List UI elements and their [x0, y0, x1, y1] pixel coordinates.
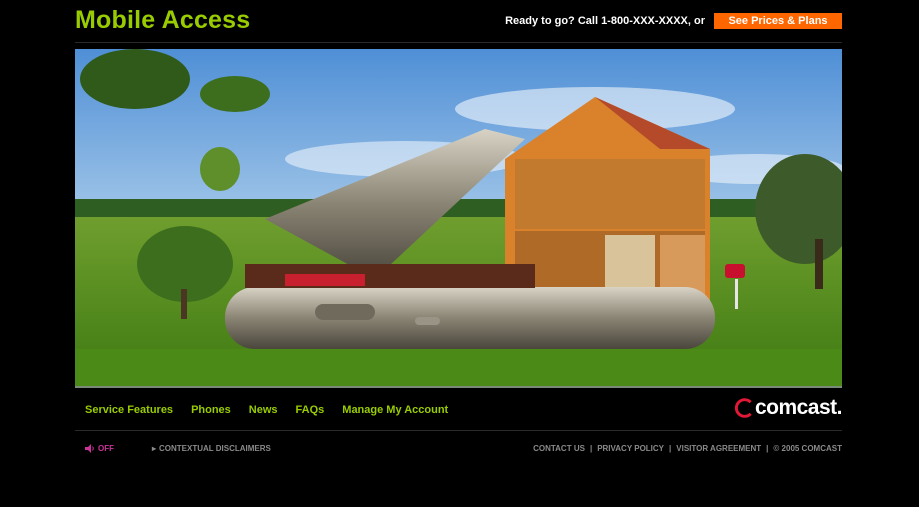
copyright: © 2005 COMCAST [773, 444, 842, 453]
nav-service-features[interactable]: Service Features [85, 404, 173, 416]
brand-mark: . [836, 396, 843, 419]
disclaimers-label: CONTEXTUAL DISCLAIMERS [159, 444, 271, 453]
footer-links: CONTACT US | PRIVACY POLICY | VISITOR AG… [533, 444, 842, 453]
page: Mobile Access Ready to go? Call 1-800-XX… [75, 0, 843, 453]
caret-right-icon: ▸ [152, 444, 157, 453]
phone-house-illustration [75, 49, 842, 386]
sound-label: OFF [98, 444, 114, 453]
sound-toggle[interactable]: OFF [85, 444, 114, 453]
footer-left: OFF ▸ CONTEXTUAL DISCLAIMERS [85, 444, 271, 453]
separator: | [589, 444, 593, 453]
privacy-policy-link[interactable]: PRIVACY POLICY [597, 444, 664, 453]
contact-us-link[interactable]: CONTACT US [533, 444, 585, 453]
nav-news[interactable]: News [249, 404, 278, 416]
speaker-icon [85, 444, 94, 453]
comcast-logo[interactable]: comcast . [734, 396, 843, 420]
separator: | [766, 444, 769, 453]
main-nav: Service Features Phones News FAQs Manage… [85, 404, 448, 416]
separator: | [669, 444, 672, 453]
nav-phones[interactable]: Phones [191, 404, 231, 416]
see-prices-button[interactable]: See Prices & Plans [714, 13, 842, 29]
nav-manage-account[interactable]: Manage My Account [342, 404, 448, 416]
call-to-action-text: Ready to go? Call 1-800-XXX-XXXX, or [505, 15, 705, 27]
header: Mobile Access Ready to go? Call 1-800-XX… [75, 0, 842, 43]
hero-banner [75, 49, 842, 388]
brand-name: comcast [754, 396, 837, 419]
comcast-c-icon [734, 398, 752, 418]
visitor-agreement-link[interactable]: VISITOR AGREEMENT [676, 444, 761, 453]
footer-divider [75, 430, 842, 431]
page-title: Mobile Access [75, 6, 251, 34]
disclaimers-link[interactable]: ▸ CONTEXTUAL DISCLAIMERS [152, 444, 271, 453]
nav-faqs[interactable]: FAQs [296, 404, 325, 416]
